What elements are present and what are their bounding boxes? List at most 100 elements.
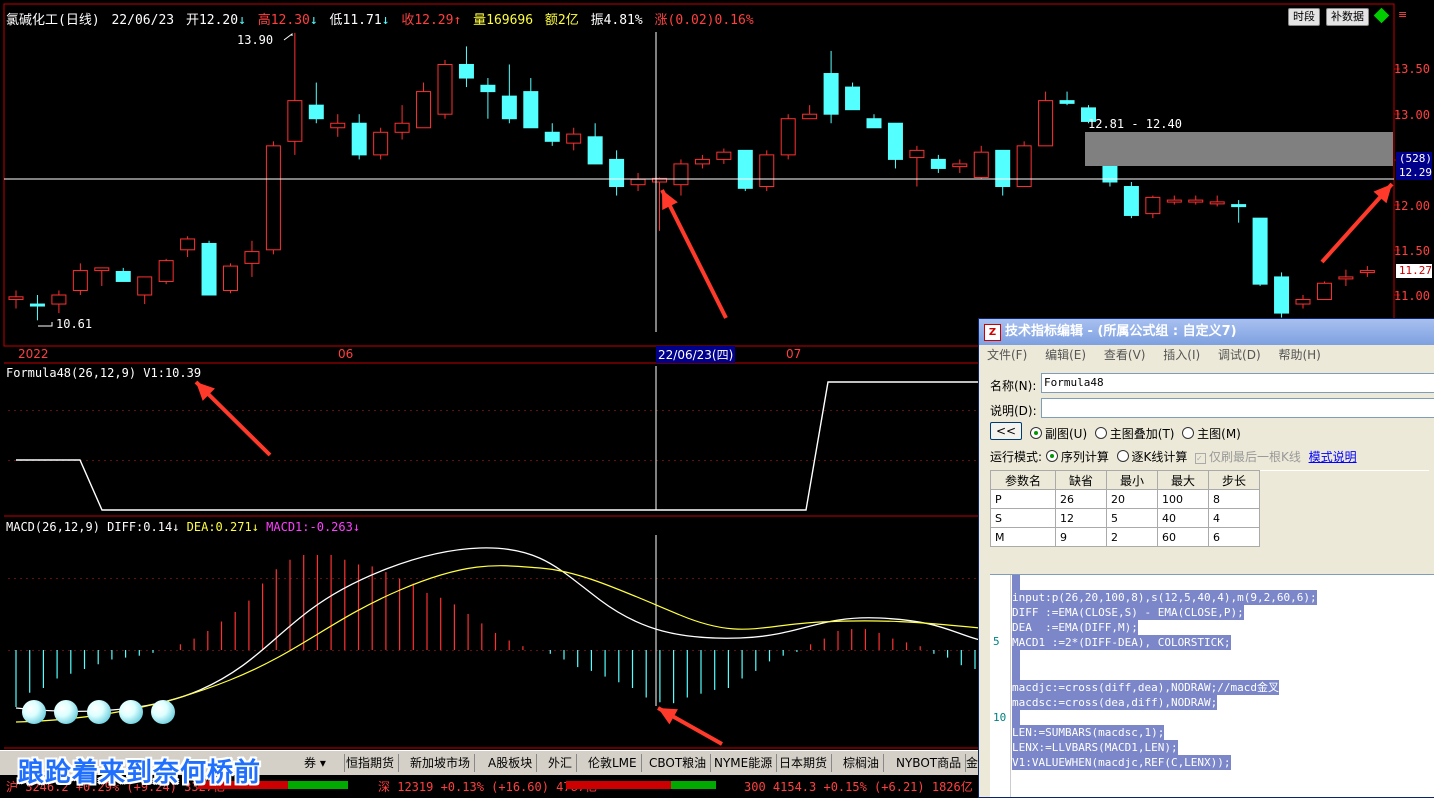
- tab-lme[interactable]: 伦敦LME: [584, 754, 642, 772]
- editor-title-bar[interactable]: Z 技术指标编辑 - (所属公式组 : 自定义7): [979, 319, 1434, 345]
- param-cell[interactable]: 2: [1106, 527, 1158, 547]
- grid-dot: [794, 460, 796, 461]
- param-cell[interactable]: M: [990, 527, 1056, 547]
- mode-help-link[interactable]: 模式说明: [1309, 450, 1357, 464]
- grid-dot: [560, 410, 562, 411]
- grid-dot: [56, 578, 58, 579]
- tab-hsi-futures[interactable]: 恒指期货: [342, 754, 400, 772]
- tab-nyme[interactable]: NYME能源: [710, 754, 778, 772]
- grid-dot: [680, 410, 682, 411]
- menu-help[interactable]: 帮助(H): [1278, 348, 1320, 362]
- grid-dot: [188, 410, 190, 411]
- tab-japan-futures[interactable]: 日本期货: [775, 754, 833, 772]
- grid-dot: [386, 460, 388, 461]
- opt-series[interactable]: 序列计算: [1045, 450, 1109, 464]
- grid-dot: [188, 460, 190, 461]
- grid-dot: [764, 410, 766, 411]
- refresh-last-checkbox[interactable]: ✓ 仅刷最后一根K线: [1195, 450, 1301, 464]
- grid-dot: [320, 410, 322, 411]
- grid-dot: [218, 460, 220, 461]
- grid-dot: [854, 578, 856, 579]
- more-icon[interactable]: ≡: [1398, 8, 1407, 21]
- grid-dot: [830, 650, 832, 651]
- collapse-button[interactable]: <<: [990, 422, 1022, 440]
- param-cell[interactable]: 8: [1208, 489, 1260, 509]
- fill-data-button[interactable]: 补数据: [1326, 8, 1369, 26]
- menu-file[interactable]: 文件(F): [987, 348, 1027, 362]
- grid-dot: [332, 410, 334, 411]
- candle-body: [1209, 201, 1225, 205]
- grid-dot: [308, 650, 310, 651]
- grid-dot: [26, 578, 28, 579]
- grid-dot: [332, 460, 334, 461]
- grid-dot: [458, 410, 460, 411]
- param-cell[interactable]: 60: [1157, 527, 1209, 547]
- annotation-arrow: [660, 189, 728, 319]
- cursor-date-label: 22/06/23(四): [656, 346, 736, 363]
- grid-dot: [890, 650, 892, 651]
- grid-dot: [914, 578, 916, 579]
- tab-securities[interactable]: 券 ▾: [300, 754, 345, 772]
- grid-dot: [686, 410, 688, 411]
- run-mode-row: 运行模式: 序列计算 逐K线计算 ✓ 仅刷最后一根K线 模式说明: [990, 450, 1357, 464]
- opt-overlay[interactable]: 主图叠加(T): [1094, 427, 1175, 441]
- grid-dot: [458, 650, 460, 651]
- grid-dot: [854, 410, 856, 411]
- grid-dot: [602, 460, 604, 461]
- candle-body: [1188, 199, 1204, 203]
- time-period-button[interactable]: 时段: [1288, 8, 1320, 26]
- tab-a-share-sector[interactable]: A股板块: [484, 754, 538, 772]
- opt-per-bar[interactable]: 逐K线计算: [1116, 450, 1187, 464]
- grid-dot: [86, 460, 88, 461]
- opt-mainchart[interactable]: 主图(M): [1182, 427, 1241, 441]
- param-cell[interactable]: S: [990, 508, 1056, 528]
- param-cell[interactable]: 40: [1157, 508, 1209, 528]
- param-cell[interactable]: P: [990, 489, 1056, 509]
- param-cell[interactable]: 5: [1106, 508, 1158, 528]
- tab-nybot[interactable]: NYBOT商品: [892, 754, 967, 772]
- grid-dot: [164, 578, 166, 579]
- grid-dot: [140, 410, 142, 411]
- formula-code-editor[interactable]: 5 10 input:p(26,20,100,8),s(12,5,40,4),m…: [990, 574, 1434, 797]
- grid-dot: [926, 650, 928, 651]
- opt-subchart[interactable]: 副图(U): [1030, 427, 1087, 441]
- grid-dot: [788, 578, 790, 579]
- param-cell[interactable]: 4: [1208, 508, 1260, 528]
- name-input[interactable]: Formula48: [1041, 373, 1434, 393]
- param-cell[interactable]: 6: [1208, 527, 1260, 547]
- param-cell[interactable]: 12: [1055, 508, 1107, 528]
- grid-dot: [506, 650, 508, 651]
- grid-dot: [788, 460, 790, 461]
- tab-cbot[interactable]: CBOT粮油: [645, 754, 712, 772]
- tab-singapore[interactable]: 新加坡市场: [406, 754, 476, 772]
- menu-insert[interactable]: 插入(I): [1163, 348, 1200, 362]
- tab-forex[interactable]: 外汇: [544, 754, 578, 772]
- grid-dot: [446, 460, 448, 461]
- grid-dot: [938, 650, 940, 651]
- grid-dot: [704, 410, 706, 411]
- grid-dot: [332, 650, 334, 651]
- param-cell[interactable]: 26: [1055, 489, 1107, 509]
- param-cell[interactable]: 20: [1106, 489, 1158, 509]
- grid-dot: [722, 578, 724, 579]
- grid-dot: [518, 578, 520, 579]
- grid-dot: [890, 578, 892, 579]
- grid-dot: [962, 650, 964, 651]
- menu-debug[interactable]: 调试(D): [1218, 348, 1261, 362]
- grid-dot: [818, 578, 820, 579]
- grid-dot: [356, 460, 358, 461]
- v1-line: [16, 381, 980, 511]
- grid-dot: [860, 410, 862, 411]
- price-axis-label: 12.00: [1393, 199, 1430, 213]
- grid-dot: [722, 650, 724, 651]
- grid-dot: [8, 578, 10, 579]
- param-cell[interactable]: 100: [1157, 489, 1209, 509]
- grid-dot: [926, 410, 928, 411]
- grid-dot: [806, 650, 808, 651]
- grid-dot: [278, 650, 280, 651]
- param-cell[interactable]: 9: [1055, 527, 1107, 547]
- menu-view[interactable]: 查看(V): [1104, 348, 1146, 362]
- menu-edit[interactable]: 编辑(E): [1045, 348, 1086, 362]
- tab-palm-oil[interactable]: 棕榈油: [839, 754, 885, 772]
- desc-input[interactable]: [1041, 398, 1434, 418]
